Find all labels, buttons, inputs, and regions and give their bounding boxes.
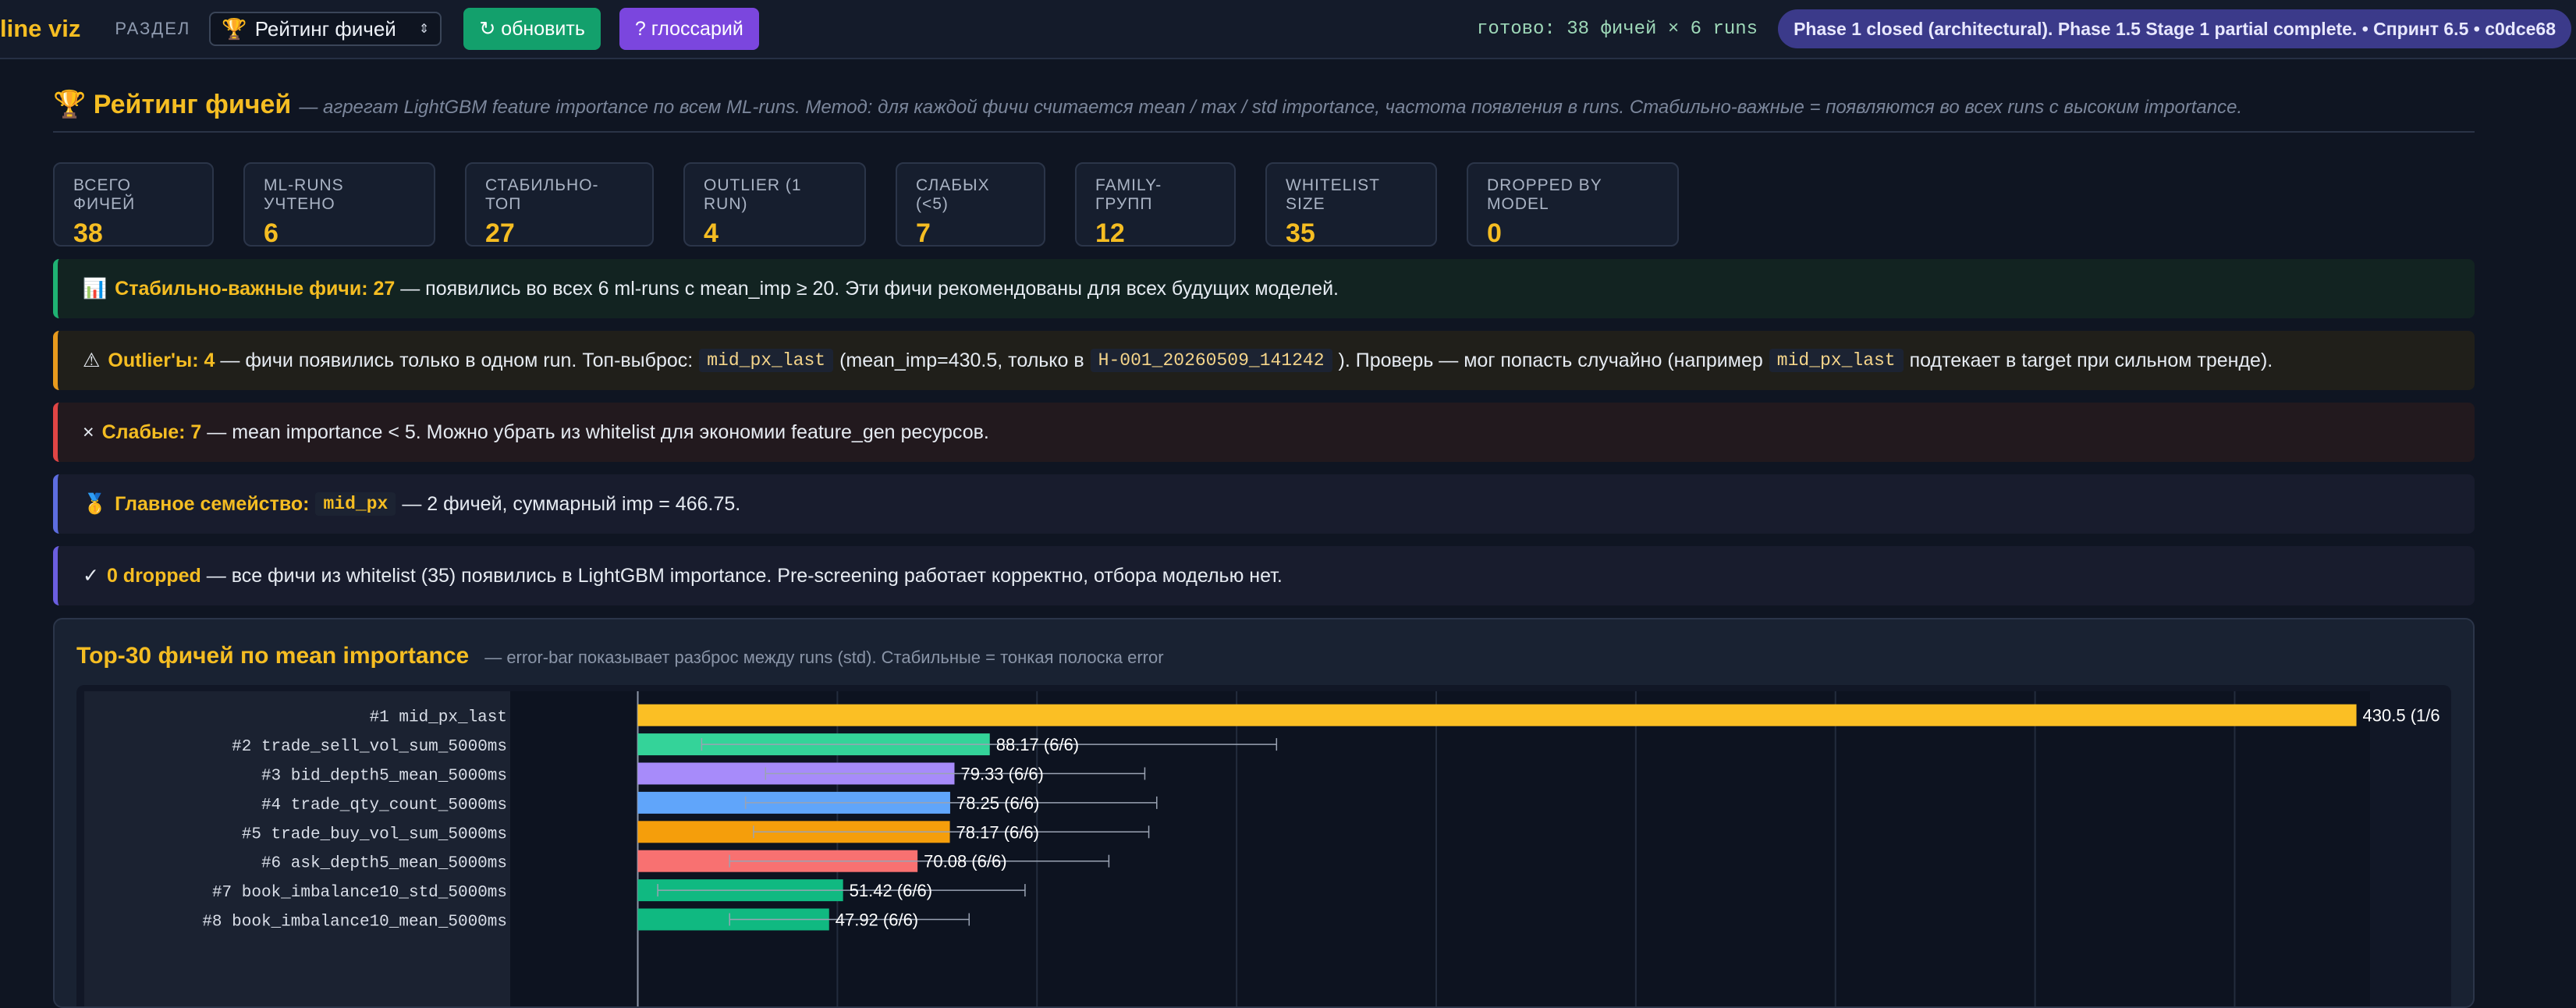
stat-total-features: ВСЕГО ФИЧЕЙ 38 [53, 162, 214, 248]
family-code: mid_px [315, 492, 396, 516]
stat-ml-runs: ML-RUNS УЧТЕНО 6 [243, 162, 435, 248]
stat-label: FAMILY-ГРУПП [1095, 176, 1162, 213]
stat-value: 7 [916, 218, 931, 248]
top-bar: line viz РАЗДЕЛ 🏆 Рейтинг фичей ⇕ ↻ обно… [0, 0, 2576, 59]
glossary-button[interactable]: ? глоссарий [619, 8, 759, 50]
category-label: #6 ask_depth5_mean_5000ms [261, 855, 507, 873]
alert-title: Outlier'ы: 4 [108, 349, 215, 371]
alert-main-family: 🥇 Главное семейство: mid_px — 2 фичей, с… [53, 474, 2475, 534]
chart-title: Top-30 фичей по mean importance [76, 643, 470, 669]
alert-stable-features: 📊 Стабильно-важные фичи: 27 — появились … [53, 259, 2475, 318]
page-title: 🏆 Рейтинг фичей [53, 89, 291, 120]
stat-value: 12 [1095, 218, 1125, 248]
chart-subtitle: — error-bar показывает разброс между run… [484, 648, 1164, 667]
stat-label: СЛАБЫХ (<5) [916, 176, 990, 213]
category-label: #8 book_imbalance10_mean_5000ms [202, 914, 507, 932]
refresh-button[interactable]: ↻ обновить [463, 8, 601, 50]
stat-value: 4 [704, 218, 719, 248]
stat-label: WHITELIST SIZE [1286, 176, 1380, 213]
alert-text: — фичи появились только в одном run. Топ… [215, 349, 694, 371]
page-header: 🏆 Рейтинг фичей — агрегат LightGBM featu… [53, 89, 2475, 133]
page-title-text: Рейтинг фичей [93, 90, 292, 119]
stat-value: 27 [485, 218, 515, 248]
medal-icon: 🥇 [83, 492, 108, 515]
alert-title: Главное семейство: [115, 492, 310, 515]
category-label: #5 trade_buy_vol_sum_5000ms [242, 825, 507, 843]
cross-icon: × [83, 421, 94, 443]
feature-code: mid_px_last [699, 349, 834, 372]
stat-label: СТАБИЛЬНО-ТОП [485, 176, 599, 213]
page-subtitle: — агрегат LightGBM feature importance по… [299, 97, 2243, 118]
data-label: 79.33 (6/6) [960, 765, 1043, 784]
section-label: РАЗДЕЛ [115, 19, 191, 38]
alert-text: — mean importance < 5. Можно убрать из w… [201, 421, 989, 443]
stat-weak: СЛАБЫХ (<5) 7 [896, 162, 1045, 248]
stat-family-groups: FAMILY-ГРУПП 12 [1075, 162, 1236, 248]
importance-chart: #1 mid_px_last 430.5 (1/6 #2 trade_sell_vo… [84, 691, 2440, 1006]
alert-text: — 2 фичей, суммарный imp = 466.75. [402, 492, 741, 515]
app-brand: line viz [0, 15, 81, 42]
data-label: 430.5 (1/6 [2363, 706, 2440, 726]
chart-plot-area: #1 mid_px_last 430.5 (1/6 #2 trade_sell_vo… [76, 685, 2451, 1006]
feature-code: mid_px_last [1769, 349, 1904, 372]
data-label: 78.17 (6/6) [956, 822, 1039, 842]
alert-text: ). Проверь — мог попасть случайно (напри… [1338, 349, 1763, 371]
stats-row: ВСЕГО ФИЧЕЙ 38 ML-RUNS УЧТЕНО 6 СТАБИЛЬН… [53, 162, 2475, 248]
run-id-code: H-001_20260509_141242 [1090, 349, 1332, 372]
stat-value: 0 [1487, 218, 1502, 248]
stat-label: ML-RUNS УЧТЕНО [264, 176, 344, 213]
stat-whitelist-size: WHITELIST SIZE 35 [1265, 162, 1437, 248]
bar [637, 704, 2357, 726]
category-label: #7 book_imbalance10_std_5000ms [212, 884, 507, 902]
alert-text: — все фичи из whitelist (35) появились в… [200, 564, 1283, 587]
alert-outliers: ⚠ Outlier'ы: 4 — фичи появились только в… [53, 331, 2475, 390]
trophy-icon: 🏆 [222, 16, 247, 41]
data-label: 88.17 (6/6) [996, 735, 1079, 754]
section-select[interactable]: 🏆 Рейтинг фичей ⇕ [209, 12, 442, 46]
alert-title: 0 dropped [106, 564, 201, 587]
stat-label: ВСЕГО ФИЧЕЙ [73, 176, 136, 213]
stat-value: 38 [73, 218, 103, 248]
top30-chart-card: Top-30 фичей по mean importance — error-… [53, 618, 2475, 1008]
main-content: 🏆 Рейтинг фичей — агрегат LightGBM featu… [53, 59, 2475, 1008]
alert-weak-features: × Слабые: 7 — mean importance < 5. Можно… [53, 403, 2475, 462]
alert-text: (mean_imp=430.5, только в [839, 349, 1084, 371]
category-label: #3 bid_depth5_mean_5000ms [261, 768, 507, 786]
stat-stable-top: СТАБИЛЬНО-ТОП 27 [465, 162, 654, 248]
data-label: 47.92 (6/6) [836, 910, 918, 930]
section-select-value: Рейтинг фичей [254, 16, 396, 41]
stat-dropped-by-model: DROPPED BY MODEL 0 [1467, 162, 1679, 248]
trophy-icon: 🏆 [53, 90, 87, 119]
check-icon: ✓ [83, 565, 99, 587]
data-label: 78.25 (6/6) [956, 793, 1039, 813]
category-label: #1 mid_px_last [370, 709, 507, 727]
data-label: 51.42 (6/6) [850, 881, 932, 900]
phase-badge: Phase 1 closed (architectural). Phase 1.… [1778, 9, 2571, 48]
warning-icon: ⚠ [83, 350, 101, 371]
data-label: 70.08 (6/6) [924, 852, 1006, 871]
stat-outlier: OUTLIER (1 RUN) 4 [683, 162, 866, 248]
alert-title: Стабильно-важные фичи: 27 [115, 277, 396, 300]
alert-text: подтекает в target при сильном тренде). [1909, 349, 2273, 371]
bar-chart-icon: 📊 [83, 277, 108, 300]
category-label: #4 trade_qty_count_5000ms [261, 797, 507, 815]
alert-dropped: ✓ 0 dropped — все фичи из whitelist (35)… [53, 546, 2475, 605]
alert-title: Слабые: 7 [101, 421, 202, 443]
stat-label: DROPPED BY MODEL [1487, 176, 1602, 213]
category-label: #2 trade_sell_vol_sum_5000ms [232, 738, 507, 756]
stat-value: 6 [264, 218, 279, 248]
chart-header: Top-30 фичей по mean importance — error-… [76, 643, 1164, 669]
stat-value: 35 [1286, 218, 1315, 248]
select-arrows-icon: ⇕ [418, 23, 430, 36]
stat-label: OUTLIER (1 RUN) [704, 176, 802, 213]
load-status: готово: 38 фичей × 6 runs [1477, 18, 1758, 40]
alert-text: — появились во всех 6 ml-runs с mean_imp… [395, 277, 1339, 300]
